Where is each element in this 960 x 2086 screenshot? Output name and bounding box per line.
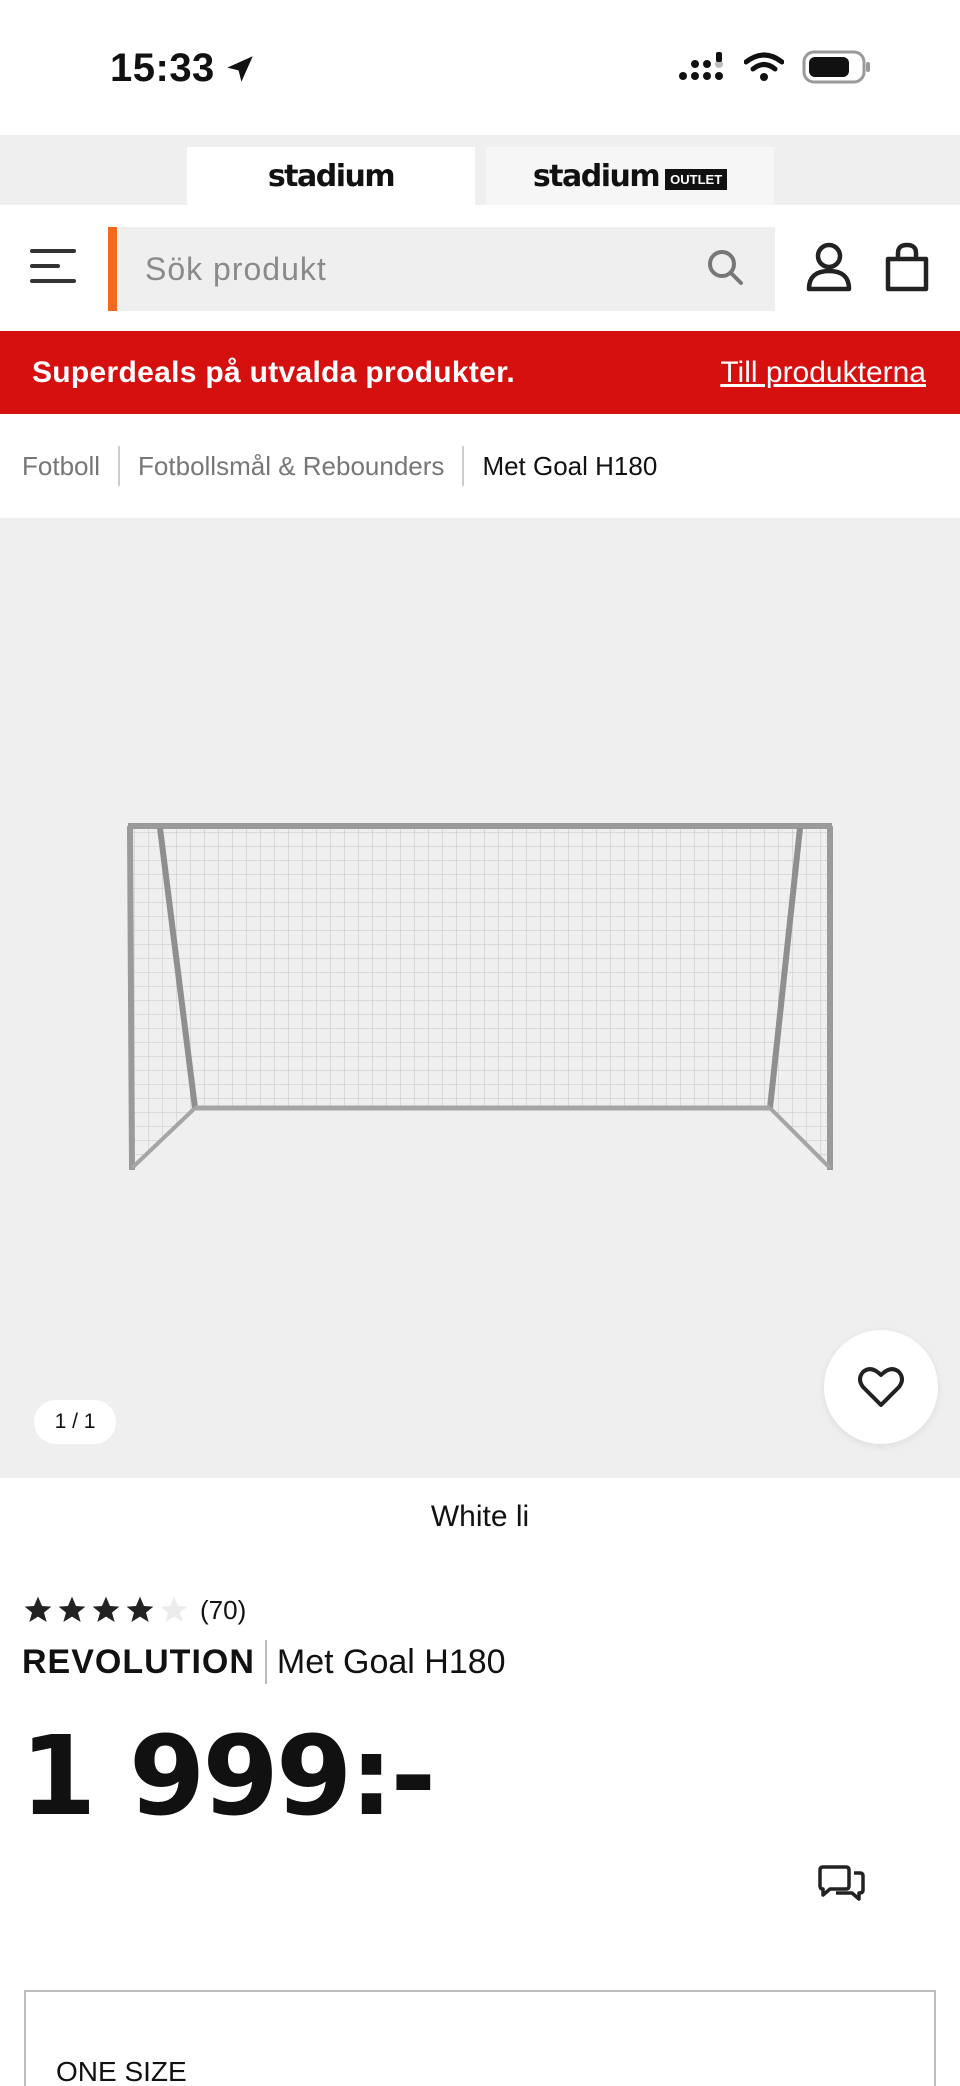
status-time: 15:33 [110, 46, 257, 91]
header [0, 205, 960, 331]
star-empty-icon [160, 1596, 188, 1622]
search-input[interactable] [117, 250, 677, 288]
promo-banner: Superdeals på utvalda produkter. Till pr… [0, 331, 960, 414]
menu-button[interactable] [30, 249, 76, 283]
rating-count: (70) [200, 1594, 247, 1625]
product-name: Met Goal H180 [276, 1642, 506, 1681]
search-bar[interactable] [108, 227, 775, 311]
variant-name: White li [430, 1500, 530, 1533]
store-switch: stadium stadium OUTLET [0, 135, 960, 205]
breadcrumb-item-current: Met Goal H180 [482, 450, 658, 481]
brand-name[interactable]: REVOLUTION [22, 1643, 255, 1682]
breadcrumb-divider [462, 446, 465, 486]
outlet-badge: OUTLET [665, 168, 728, 190]
star-filled-icon [58, 1596, 86, 1622]
price: 1 999:- [20, 1712, 436, 1840]
battery-icon [802, 50, 870, 84]
promo-link[interactable]: Till produkterna [720, 356, 926, 390]
star-filled-icon [92, 1596, 120, 1622]
signal-icon [679, 52, 723, 80]
favorite-button[interactable] [824, 1330, 938, 1444]
product-title: REVOLUTION Met Goal H180 [22, 1640, 506, 1684]
location-arrow-icon [227, 55, 253, 82]
chat-icon[interactable] [816, 1864, 868, 1912]
menu-icon-line [30, 249, 76, 253]
wifi-icon [744, 52, 784, 81]
tab-stadium-outlet[interactable]: stadium OUTLET [486, 147, 774, 205]
menu-icon-line [30, 279, 76, 283]
size-label: ONE SIZE [56, 2056, 187, 2086]
product-gallery[interactable]: 1 / 1 [0, 518, 960, 1478]
size-selector[interactable]: ONE SIZE [24, 1990, 936, 2086]
breadcrumb-divider [118, 446, 121, 486]
status-icons [678, 50, 872, 84]
image-counter: 1 / 1 [34, 1400, 116, 1444]
heart-icon [858, 1367, 904, 1407]
star-filled-icon [24, 1596, 52, 1622]
status-time-text: 15:33 [110, 46, 215, 90]
stadium-outlet-logo: stadium [532, 158, 661, 194]
user-icon[interactable] [805, 241, 853, 293]
breadcrumb: Fotboll Fotbollsmål & Rebounders Met Goa… [0, 414, 960, 518]
bag-icon[interactable] [884, 241, 930, 293]
breadcrumb-item-category[interactable]: Fotbollsmål & Rebounders [138, 451, 444, 482]
rating[interactable]: (70) [22, 1594, 246, 1626]
breadcrumb-item-fotboll[interactable]: Fotboll [22, 451, 100, 482]
product-image [127, 823, 833, 1171]
promo-text: Superdeals på utvalda produkter. [32, 355, 516, 389]
star-filled-icon [126, 1596, 154, 1622]
stadium-logo: stadium [267, 158, 396, 194]
tab-stadium[interactable]: stadium [187, 147, 475, 205]
title-divider [264, 1640, 267, 1684]
menu-icon-line [30, 264, 60, 268]
status-bar: 15:33 [0, 0, 960, 135]
search-icon[interactable] [705, 247, 745, 287]
